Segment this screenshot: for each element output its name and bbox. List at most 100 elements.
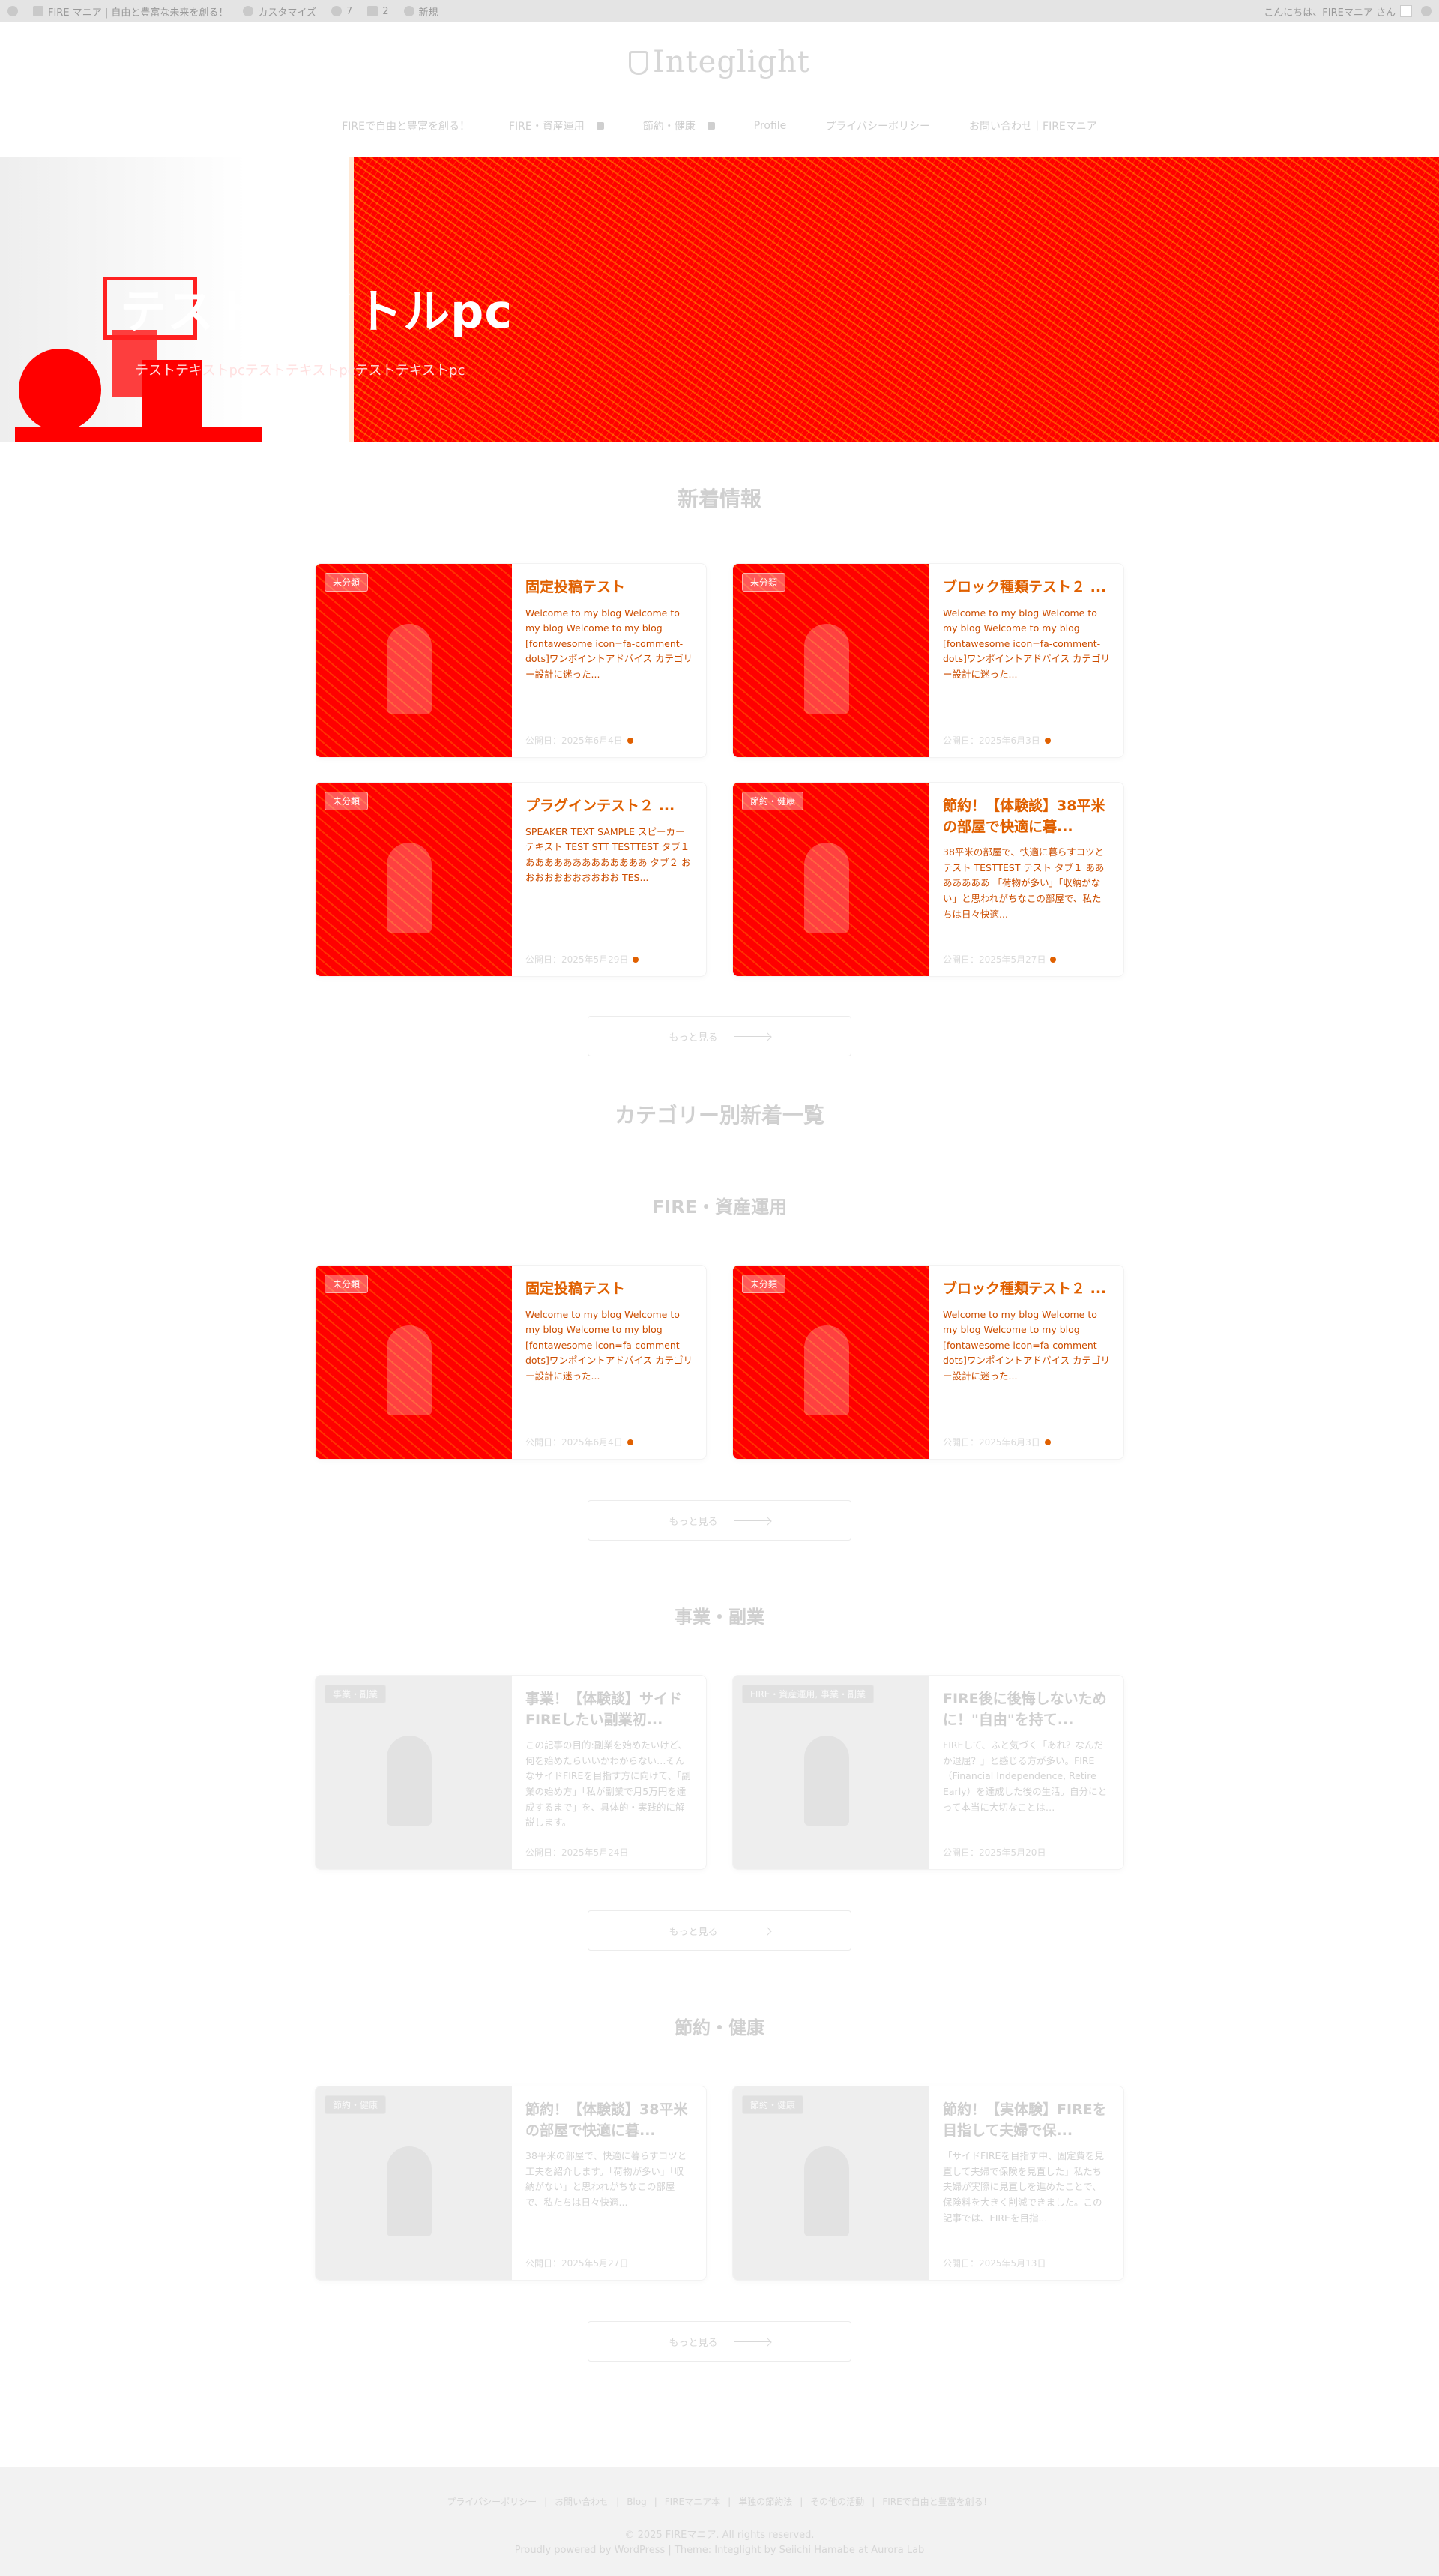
post-card[interactable]: 事業・副業 事業！【体験談】サイドFIREしたい副業初... この記事の目的:副業を… <box>315 1675 707 1870</box>
site-footer: プライバシーポリシー | お問い合わせ | Blog | FIREマニア本 | 単独の節約法 | そ… <box>0 2467 1439 2576</box>
post-meta: 公開日：2025年5月13日 <box>943 2257 1110 2269</box>
copyright: © 2025 FIREマニア. All rights reserved. <box>624 2530 815 2541</box>
brush-icon <box>243 6 254 16</box>
refresh-icon <box>331 6 342 16</box>
admin-account[interactable]: こんにちは、FIREマニア さん <box>1264 4 1412 19</box>
footer-link[interactable]: お問い合わせ <box>555 2497 609 2507</box>
more-button-business[interactable]: もっと見る <box>588 1910 851 1951</box>
post-card[interactable]: 未分類 プラグインテスト２ ... SPEAKER TEXT SAMPLE スピーカ… <box>315 782 707 977</box>
post-card[interactable]: 節約・健康 節約！【体験談】38平米の部屋で快適に暮... 38平米の部屋で、快適に… <box>732 782 1124 977</box>
admin-updates[interactable]: 7 <box>331 6 352 17</box>
post-excerpt: 38平米の部屋で、快適に暮らすコツと工夫を紹介します。「荷物が多い」「収納がない… <box>525 2150 687 2208</box>
hero-background-image <box>352 157 1439 442</box>
status-dot-icon <box>1044 737 1051 744</box>
post-thumbnail[interactable]: 未分類 <box>316 564 512 757</box>
nav-item-contact[interactable]: お問い合わせ｜FIREマニア <box>969 118 1097 133</box>
admin-search[interactable] <box>1421 6 1432 16</box>
post-date: 公開日：2025年5月20日 <box>943 1847 1046 1858</box>
post-thumbnail[interactable]: 未分類 <box>316 783 512 976</box>
admin-comments[interactable]: 2 <box>367 6 389 17</box>
post-title[interactable]: 固定投稿テスト <box>525 577 693 598</box>
nav-item-home[interactable]: FIREで自由と豊富を創る！ <box>342 118 470 133</box>
post-thumbnail[interactable]: 未分類 <box>733 564 929 757</box>
post-excerpt: 「サイドFIREを目指す中、固定費を見直して夫婦で保険を見直した」私たち夫婦が実… <box>943 2150 1104 2224</box>
chevron-down-icon[interactable] <box>707 122 715 130</box>
category-badge[interactable]: 節約・健康 <box>742 2095 804 2114</box>
post-body: ブロック種類テスト２ ... Welcome to my blog Welcome… <box>929 1266 1123 1459</box>
nav-item-privacy[interactable]: プライバシーポリシー <box>825 118 930 133</box>
footer-link[interactable]: その他の活動 <box>810 2497 864 2507</box>
post-title[interactable]: 節約！【実体験】FIREを目指して夫婦で保... <box>943 2100 1110 2141</box>
footer-link[interactable]: FIREマニア本 <box>665 2497 720 2507</box>
admin-new-content[interactable]: 新規 <box>403 4 438 19</box>
post-title[interactable]: FIRE後に後悔しないために！"自由"を持て... <box>943 1689 1110 1730</box>
chevron-down-icon[interactable] <box>596 122 604 130</box>
nav-item-saving[interactable]: 節約・健康 <box>643 118 715 133</box>
category-badge[interactable]: 未分類 <box>325 792 369 810</box>
post-thumbnail[interactable]: 節約・健康 <box>733 783 929 976</box>
category-badge[interactable]: 未分類 <box>742 1275 786 1293</box>
post-title[interactable]: 固定投稿テスト <box>525 1279 693 1300</box>
post-body: 固定投稿テスト Welcome to my blog Welcome to my … <box>512 564 706 757</box>
more-button-fire[interactable]: もっと見る <box>588 1500 851 1541</box>
post-thumbnail[interactable]: 未分類 <box>733 1266 929 1459</box>
post-title[interactable]: ブロック種類テスト２ ... <box>943 1279 1110 1300</box>
post-date: 公開日：2025年5月29日 <box>525 954 629 965</box>
post-body: 節約！【体験談】38平米の部屋で快適に暮... 38平米の部屋で、快適に暮らすコツ… <box>929 783 1123 976</box>
nav-item-profile[interactable]: Profile <box>754 118 787 133</box>
post-body: 固定投稿テスト Welcome to my blog Welcome to my … <box>512 1266 706 1459</box>
more-button-saving[interactable]: もっと見る <box>588 2321 851 2362</box>
admin-bar: FIRE マニア | 自由と豊富な未来を創る！ カスタマイズ 7 2 新規 こん… <box>0 0 1439 22</box>
post-meta: 公開日：2025年6月4日 <box>525 734 693 747</box>
post-card[interactable]: 未分類 ブロック種類テスト２ ... Welcome to my blog Welc… <box>732 563 1124 758</box>
footer-link[interactable]: Blog <box>627 2497 647 2507</box>
more-button-latest[interactable]: もっと見る <box>588 1016 851 1056</box>
category-badge[interactable]: FIRE・資産運用, 事業・副業 <box>742 1685 874 1703</box>
site-logo[interactable]: Integlight <box>0 45 1439 79</box>
thumbnail-figure <box>387 2146 432 2236</box>
category-badge[interactable]: 節約・健康 <box>325 2095 387 2114</box>
post-excerpt: Welcome to my blog Welcome to my blog We… <box>943 1308 1110 1382</box>
post-title[interactable]: 節約！【体験談】38平米の部屋で快適に暮... <box>943 796 1110 837</box>
footer-link[interactable]: 単独の節約法 <box>738 2497 792 2507</box>
thumbnail-figure <box>804 1736 849 1826</box>
post-date: 公開日：2025年5月27日 <box>525 2258 629 2269</box>
plus-icon <box>403 6 414 16</box>
post-card[interactable]: 節約・健康 節約！【体験談】38平米の部屋で快適に暮... 38平米の部屋で、快適に… <box>315 2086 707 2281</box>
post-title[interactable]: プラグインテスト２ ... <box>525 796 693 817</box>
category-badge[interactable]: 未分類 <box>325 573 369 592</box>
post-title[interactable]: ブロック種類テスト２ ... <box>943 577 1110 598</box>
nav-item-fire[interactable]: FIRE・資産運用 <box>509 118 604 133</box>
admin-customize[interactable]: カスタマイズ <box>243 4 316 19</box>
post-thumbnail[interactable]: 節約・健康 <box>316 2086 512 2280</box>
footer-link[interactable]: FIREで自由と豊富を創る！ <box>882 2497 992 2507</box>
wordpress-logo[interactable] <box>7 6 18 16</box>
category-badge[interactable]: 節約・健康 <box>742 792 804 810</box>
post-card[interactable]: 節約・健康 節約！【実体験】FIREを目指して夫婦で保... 「サイドFIREを目指… <box>732 2086 1124 2281</box>
post-body: FIRE後に後悔しないために！"自由"を持て... FIREして、ふと気づく「あれ… <box>929 1676 1123 1869</box>
admin-site-name[interactable]: FIRE マニア | 自由と豊富な未来を創る！ <box>33 4 228 19</box>
post-thumbnail[interactable]: FIRE・資産運用, 事業・副業 <box>733 1676 929 1869</box>
post-meta: 公開日：2025年6月3日 <box>943 1436 1110 1448</box>
post-card[interactable]: FIRE・資産運用, 事業・副業 FIRE後に後悔しないために！"自由"を持て..… <box>732 1675 1124 1870</box>
section-title-latest: 新着情報 <box>677 487 761 511</box>
post-thumbnail[interactable]: 節約・健康 <box>733 2086 929 2280</box>
post-date: 公開日：2025年6月4日 <box>525 735 623 746</box>
post-thumbnail[interactable]: 未分類 <box>316 1266 512 1459</box>
post-card[interactable]: 未分類 固定投稿テスト Welcome to my blog Welcome to … <box>315 563 707 758</box>
arrow-right-icon <box>734 1035 770 1037</box>
post-title[interactable]: 事業！【体験談】サイドFIREしたい副業初... <box>525 1689 693 1730</box>
post-title[interactable]: 節約！【体験談】38平米の部屋で快適に暮... <box>525 2100 693 2141</box>
footer-link[interactable]: プライバシーポリシー <box>447 2497 537 2507</box>
post-card[interactable]: 未分類 固定投稿テスト Welcome to my blog Welcome to … <box>315 1265 707 1460</box>
category-badge[interactable]: 未分類 <box>325 1275 369 1293</box>
post-date: 公開日：2025年5月13日 <box>943 2258 1046 2269</box>
post-thumbnail[interactable]: 事業・副業 <box>316 1676 512 1869</box>
section-title-by-category: カテゴリー別新着一覧 <box>614 1103 824 1128</box>
post-date: 公開日：2025年6月3日 <box>943 1437 1040 1448</box>
category-badge[interactable]: 未分類 <box>742 573 786 592</box>
post-meta: 公開日：2025年6月4日 <box>525 1436 693 1448</box>
post-card[interactable]: 未分類 ブロック種類テスト２ ... Welcome to my blog Welc… <box>732 1265 1124 1460</box>
footer-links: プライバシーポリシー | お問い合わせ | Blog | FIREマニア本 | 単独の節約法 | そ… <box>0 2495 1439 2508</box>
category-badge[interactable]: 事業・副業 <box>325 1685 387 1703</box>
